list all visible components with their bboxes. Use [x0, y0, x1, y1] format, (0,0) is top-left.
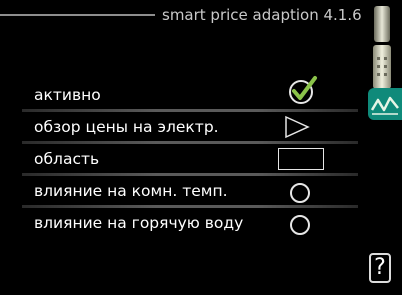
menu-item-active[interactable]: активно — [22, 76, 358, 112]
room-temp-radio[interactable] — [290, 183, 310, 203]
area-field[interactable] — [278, 148, 324, 170]
price-graph-icon — [370, 96, 399, 115]
hot-water-radio[interactable] — [290, 215, 310, 235]
scrollbar-top[interactable] — [374, 6, 390, 42]
submenu-arrow[interactable] — [284, 115, 310, 143]
menu-item-label: влияние на комн. темп. — [34, 182, 228, 200]
menu-item-label: активно — [34, 86, 101, 104]
menu-item-electricity-price[interactable]: обзор цены на электр. — [22, 112, 358, 144]
price-graph-tab[interactable] — [368, 88, 402, 120]
menu-item-area[interactable]: область — [22, 144, 358, 176]
page-title: smart price adaption 4.1.6 — [162, 6, 362, 24]
menu-item-label: обзор цены на электр. — [34, 118, 219, 136]
triangle-right-icon — [285, 115, 310, 139]
scrollbar-thumb[interactable] — [373, 45, 391, 89]
menu-item-label: область — [34, 150, 100, 168]
menu-item-room-temp[interactable]: влияние на комн. темп. — [22, 176, 358, 208]
menu-item-hot-water[interactable]: влияние на горячую воду — [22, 208, 358, 238]
grip-icon — [377, 57, 387, 76]
menu-item-label: влияние на горячую воду — [34, 214, 244, 232]
title-bar: smart price adaption 4.1.6 — [0, 0, 365, 40]
active-checkbox[interactable] — [288, 74, 318, 110]
checkmark-icon — [289, 76, 317, 104]
title-divider — [0, 14, 155, 16]
help-button[interactable]: ? — [369, 253, 391, 283]
